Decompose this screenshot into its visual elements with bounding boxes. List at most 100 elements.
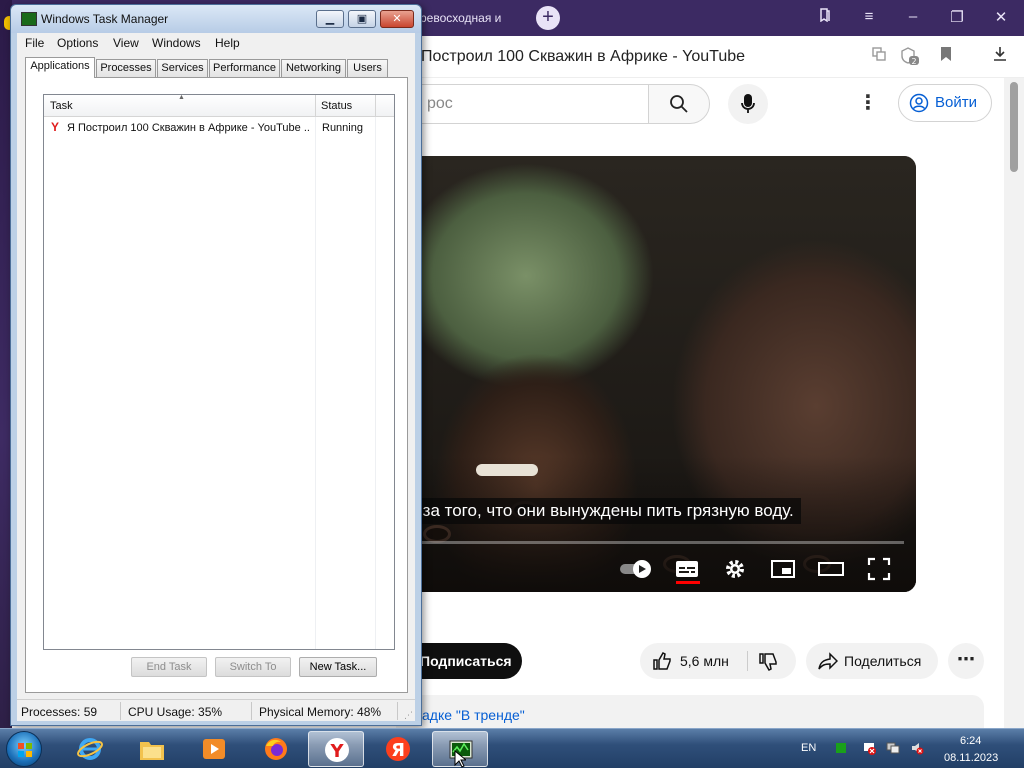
- close-icon[interactable]: ✕: [990, 8, 1012, 26]
- share-label: Поделиться: [844, 653, 922, 669]
- sort-arrow-icon: ▲: [178, 94, 185, 101]
- bookmark-icon[interactable]: [940, 46, 952, 67]
- internet-explorer-button[interactable]: [62, 731, 118, 767]
- menu-bar: File Options View Windows Help: [17, 33, 415, 53]
- divider: [747, 651, 748, 671]
- restore-icon[interactable]: ❐: [946, 8, 968, 26]
- account-icon: [909, 93, 929, 113]
- media-player-button[interactable]: [186, 731, 242, 767]
- svg-text:Y: Y: [329, 741, 344, 762]
- media-player-icon: [203, 739, 225, 759]
- tab-users[interactable]: Users: [347, 59, 388, 77]
- windows-logo-icon: [18, 743, 32, 757]
- video-player[interactable]: -за того, что они вынуждены пить грязную…: [396, 156, 916, 592]
- maximize-button[interactable]: ▣: [348, 10, 376, 28]
- new-tab-button[interactable]: +: [536, 6, 560, 30]
- signin-button[interactable]: Войти: [898, 84, 992, 122]
- status-divider: [397, 702, 398, 720]
- subtitles-active-indicator: [676, 581, 700, 584]
- page-scrollbar[interactable]: [1004, 78, 1024, 728]
- video-detail: [476, 464, 538, 476]
- column-task[interactable]: Task: [50, 100, 73, 112]
- subtitles-icon[interactable]: [674, 556, 700, 582]
- task-manager-client: File Options View Windows Help Applicati…: [17, 33, 415, 721]
- bookmarks-panel-icon[interactable]: [814, 8, 836, 26]
- download-icon[interactable]: [992, 46, 1008, 67]
- menu-view[interactable]: View: [113, 36, 139, 50]
- close-button[interactable]: ✕: [380, 10, 414, 28]
- search-input[interactable]: рос: [396, 84, 648, 124]
- settings-menu-icon[interactable]: ⋮: [858, 92, 878, 116]
- language-indicator[interactable]: EN: [801, 742, 816, 754]
- search-placeholder: рос: [427, 95, 453, 112]
- column-divider[interactable]: [315, 95, 316, 117]
- start-orb[interactable]: [6, 731, 42, 767]
- switch-to-button[interactable]: Switch To: [215, 657, 291, 677]
- column-divider[interactable]: [375, 95, 376, 117]
- tab-processes[interactable]: Processes: [96, 59, 156, 77]
- minimize-button[interactable]: ▁: [316, 10, 344, 28]
- search-button[interactable]: [648, 84, 710, 124]
- trending-link[interactable]: адке "В тренде": [396, 695, 984, 728]
- task-name: Я Построил 100 Скважин в Африке - YouTub…: [67, 122, 311, 134]
- video-subtitle: -за того, что они вынуждены пить грязную…: [410, 498, 801, 524]
- svg-text:Я: Я: [391, 740, 405, 761]
- autoplay-toggle[interactable]: [618, 556, 654, 582]
- file-explorer-icon: [140, 742, 164, 760]
- more-actions-icon[interactable]: ⋯: [948, 643, 984, 679]
- minimize-icon[interactable]: –: [902, 8, 924, 25]
- microphone-icon: [741, 94, 755, 113]
- cpu-usage: CPU Usage: 35%: [128, 705, 223, 719]
- network-icon[interactable]: [886, 741, 900, 755]
- file-explorer-button[interactable]: [124, 731, 180, 767]
- search-icon: [670, 95, 688, 113]
- tab-performance[interactable]: Performance: [209, 59, 280, 77]
- menu-options[interactable]: Options: [57, 36, 98, 50]
- fullscreen-icon[interactable]: [866, 556, 892, 582]
- new-task-button[interactable]: New Task...: [299, 657, 377, 677]
- action-center-icon[interactable]: [862, 741, 876, 755]
- browser-menu-icon[interactable]: ≡: [858, 8, 880, 25]
- end-task-button[interactable]: End Task: [131, 657, 207, 677]
- clock-time[interactable]: 6:24: [960, 735, 981, 747]
- yandex-icon: Я: [386, 737, 410, 761]
- resize-grip-icon[interactable]: ⋰: [404, 711, 413, 720]
- keyboard-layout-icon[interactable]: [834, 741, 848, 755]
- task-manager-titlebar[interactable]: Windows Task Manager ▁ ▣ ✕: [11, 5, 421, 33]
- yandex-button[interactable]: Я: [370, 731, 426, 767]
- tab-services[interactable]: Services: [157, 59, 208, 77]
- miniplayer-icon[interactable]: [770, 556, 796, 582]
- menu-help[interactable]: Help: [215, 36, 240, 50]
- grid-line: [315, 117, 316, 649]
- taskbar: Y Я EN 6:24 08.11.2023: [0, 728, 1024, 768]
- translate-icon[interactable]: [871, 46, 887, 67]
- volume-icon[interactable]: [910, 741, 924, 755]
- menu-file[interactable]: File: [25, 36, 44, 50]
- settings-gear-icon[interactable]: [722, 556, 748, 582]
- share-button[interactable]: Поделиться: [806, 643, 938, 679]
- scrollbar-thumb[interactable]: [1010, 82, 1018, 172]
- video-progress-bar[interactable]: [420, 541, 904, 544]
- physical-memory: Physical Memory: 48%: [259, 705, 382, 719]
- clock-date[interactable]: 08.11.2023: [944, 752, 998, 764]
- menu-windows[interactable]: Windows: [152, 36, 201, 50]
- theater-mode-icon[interactable]: [818, 556, 844, 582]
- tab-networking[interactable]: Networking: [281, 59, 346, 77]
- dislike-icon[interactable]: [758, 652, 778, 672]
- task-manager-app-icon: [21, 12, 37, 26]
- column-status[interactable]: Status: [321, 100, 352, 112]
- status-bar: Processes: 59 CPU Usage: 35% Physical Me…: [17, 699, 415, 721]
- firefox-button[interactable]: [248, 731, 304, 767]
- task-list[interactable]: ▲ Task Status Y Я Построил 100 Скважин в…: [43, 94, 395, 650]
- like-icon[interactable]: [652, 651, 672, 671]
- voice-search-button[interactable]: [728, 84, 768, 124]
- internet-explorer-icon: [77, 738, 103, 760]
- page-title[interactable]: Построил 100 Скважин в Африке - YouTube: [421, 48, 745, 66]
- yandex-browser-button[interactable]: Y: [308, 731, 364, 767]
- task-status: Running: [322, 122, 363, 134]
- protect-icon[interactable]: 2: [900, 46, 920, 71]
- signin-label: Войти: [935, 94, 977, 111]
- table-row[interactable]: Y Я Построил 100 Скважин в Африке - YouT…: [45, 119, 393, 137]
- tab-applications[interactable]: Applications: [25, 57, 95, 78]
- browser-tab[interactable]: ревосходная и: [420, 11, 501, 25]
